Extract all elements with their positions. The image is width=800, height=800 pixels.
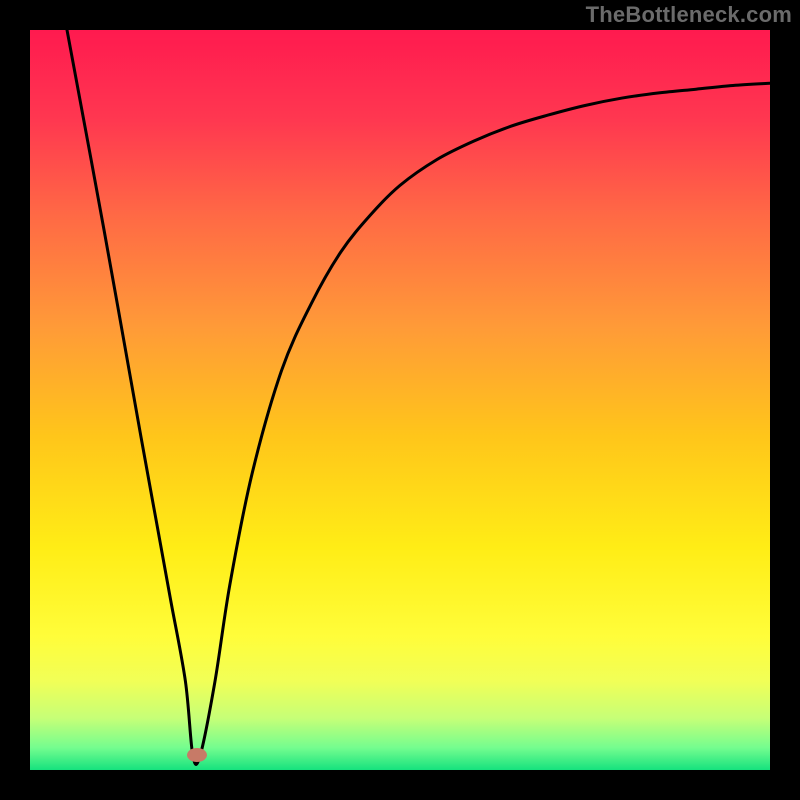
bottleneck-curve (30, 30, 770, 770)
outer-frame: TheBottleneck.com (0, 0, 800, 800)
plot-area (30, 30, 770, 770)
watermark-text: TheBottleneck.com (586, 2, 792, 28)
minimum-marker (187, 748, 207, 762)
